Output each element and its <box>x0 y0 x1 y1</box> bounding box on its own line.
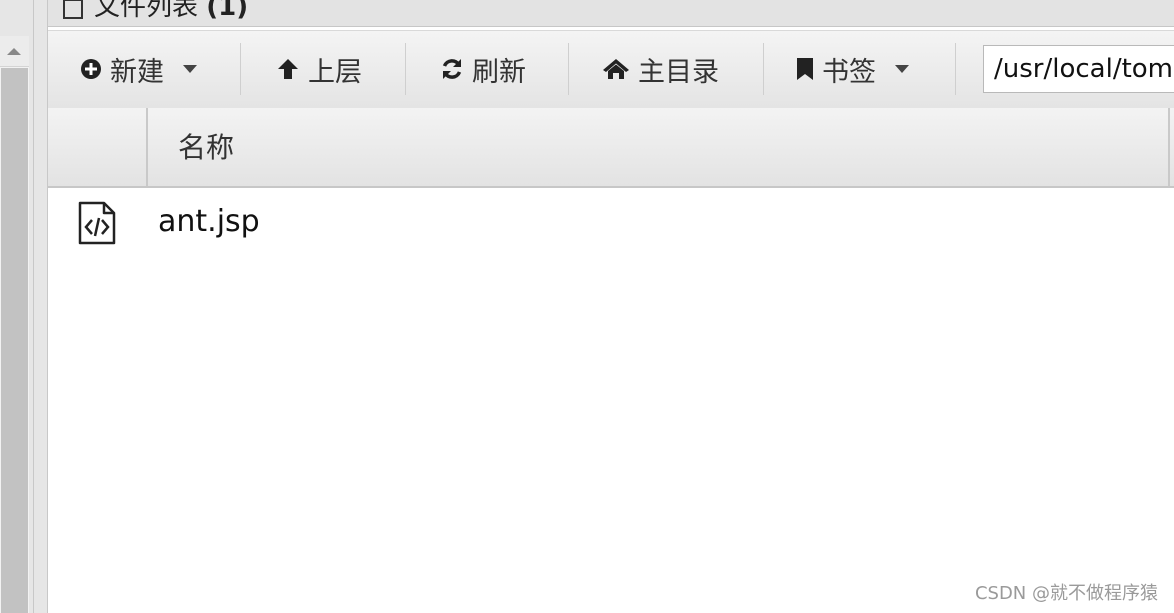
scrollbar-thumb[interactable] <box>1 68 28 613</box>
chevron-left-icon[interactable]: ‹ <box>0 0 10 6</box>
scroll-up-button[interactable] <box>0 36 29 67</box>
toolbar-divider <box>763 43 764 95</box>
left-panel-strip: ‹ <box>0 0 48 613</box>
file-manager-window: ‹ 文件列表 (1) 新建 <box>0 0 1174 613</box>
new-button-label: 新建 <box>110 56 164 88</box>
path-input[interactable] <box>983 45 1174 93</box>
bookmark-button[interactable]: 书签 <box>796 51 910 88</box>
refresh-icon <box>442 59 462 79</box>
caret-down-icon <box>895 65 909 73</box>
file-count: (1) <box>206 0 249 22</box>
up-level-button[interactable]: 上层 <box>276 51 362 88</box>
divider <box>33 0 34 613</box>
toolbar-divider <box>240 43 241 95</box>
panel-title: 文件列表 (1) <box>94 0 248 22</box>
new-button[interactable]: 新建 <box>80 51 198 88</box>
home-icon <box>603 59 629 79</box>
jsp-file-icon <box>78 201 116 245</box>
bookmark-icon <box>797 58 813 80</box>
column-header-name-label: 名称 <box>178 131 235 164</box>
home-label: 主目录 <box>638 56 719 88</box>
refresh-label: 刷新 <box>472 56 526 88</box>
toolbar-divider <box>955 43 956 95</box>
toolbar-divider <box>405 43 406 95</box>
column-header-name[interactable]: 名称 <box>148 108 1170 186</box>
caret-down-icon <box>183 65 197 73</box>
table-row[interactable]: ant.jsp <box>48 188 1174 258</box>
panel-header: 文件列表 (1) <box>48 0 1174 27</box>
panel-title-text: 文件列表 <box>94 0 199 22</box>
column-header-icon <box>48 108 148 186</box>
arrow-up-icon <box>278 59 298 79</box>
toolbar: 新建 上层 刷新 主目录 书签 /usr/local/tom <box>48 30 1174 109</box>
bookmark-label: 书签 <box>822 56 876 88</box>
plus-circle-icon <box>81 59 101 79</box>
up-level-label: 上层 <box>308 56 362 88</box>
watermark: CSDN @就不做程序猿 <box>974 583 1158 604</box>
refresh-button[interactable]: 刷新 <box>440 51 526 88</box>
home-button[interactable]: 主目录 <box>602 51 719 88</box>
file-name: ant.jsp <box>158 204 260 239</box>
arrow-up-icon <box>7 48 21 55</box>
file-list-icon <box>63 0 83 19</box>
toolbar-divider <box>568 43 569 95</box>
grid-header: 名称 <box>48 108 1174 188</box>
